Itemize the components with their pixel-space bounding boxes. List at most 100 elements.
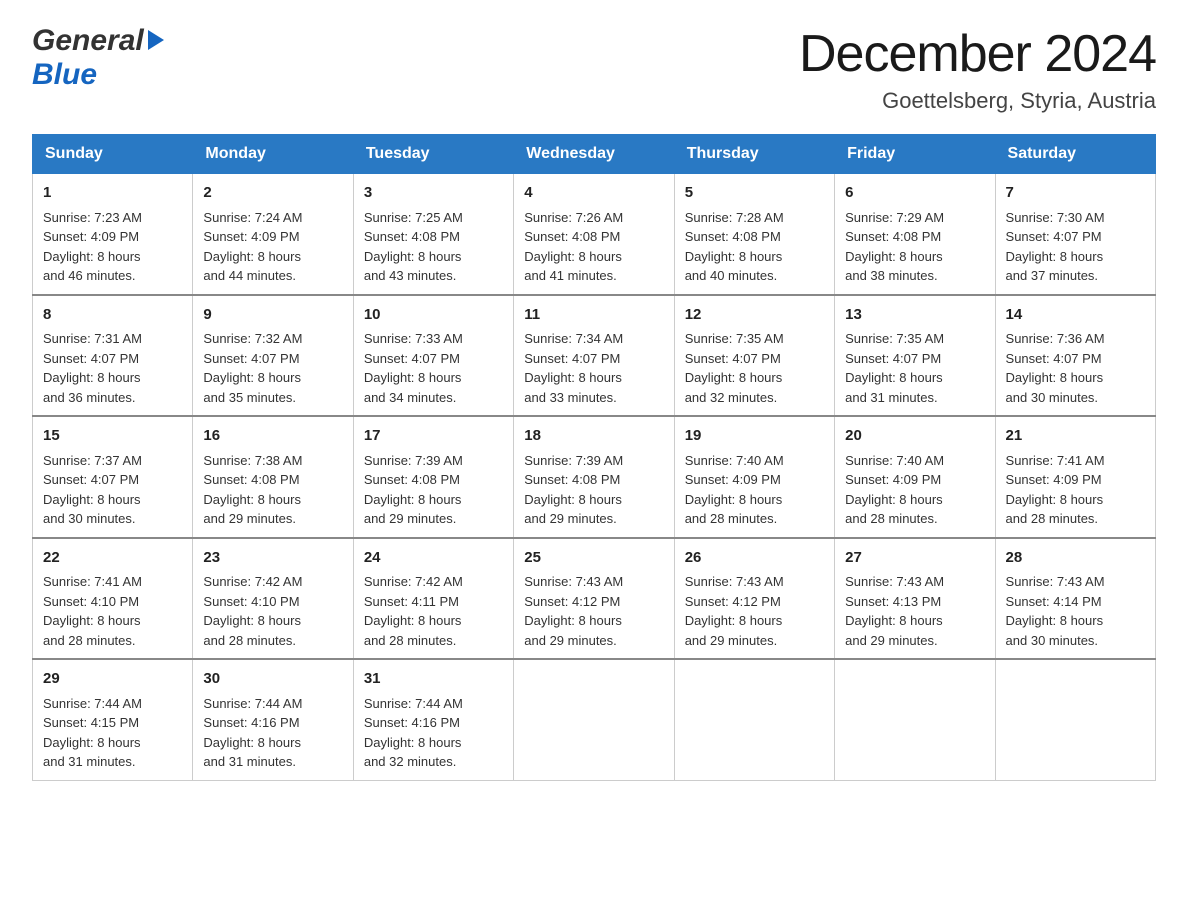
day-info: Sunrise: 7:28 AM Sunset: 4:08 PM Dayligh… [685,210,784,284]
day-number: 1 [43,182,182,205]
day-number: 26 [685,547,824,570]
day-info: Sunrise: 7:38 AM Sunset: 4:08 PM Dayligh… [203,453,302,527]
column-header-sunday: Sunday [33,135,193,174]
calendar-cell: 20Sunrise: 7:40 AM Sunset: 4:09 PM Dayli… [835,416,995,538]
calendar-cell: 21Sunrise: 7:41 AM Sunset: 4:09 PM Dayli… [995,416,1155,538]
calendar-week-row: 8Sunrise: 7:31 AM Sunset: 4:07 PM Daylig… [33,295,1156,417]
day-info: Sunrise: 7:43 AM Sunset: 4:13 PM Dayligh… [845,574,944,648]
calendar-cell: 23Sunrise: 7:42 AM Sunset: 4:10 PM Dayli… [193,538,353,660]
day-number: 11 [524,304,663,327]
day-info: Sunrise: 7:32 AM Sunset: 4:07 PM Dayligh… [203,331,302,405]
day-number: 10 [364,304,503,327]
calendar-table: SundayMondayTuesdayWednesdayThursdayFrid… [32,134,1156,781]
day-info: Sunrise: 7:35 AM Sunset: 4:07 PM Dayligh… [685,331,784,405]
day-number: 19 [685,425,824,448]
calendar-cell: 1 Sunrise: 7:23 AM Sunset: 4:09 PM Daylig… [33,174,193,295]
calendar-cell [835,659,995,780]
calendar-cell [674,659,834,780]
day-number: 18 [524,425,663,448]
column-header-saturday: Saturday [995,135,1155,174]
day-info: Sunrise: 7:41 AM Sunset: 4:10 PM Dayligh… [43,574,142,648]
calendar-cell: 24Sunrise: 7:42 AM Sunset: 4:11 PM Dayli… [353,538,513,660]
day-number: 22 [43,547,182,570]
calendar-cell: 15 Sunrise: 7:37 AM Sunset: 4:07 PM Dayli… [33,416,193,538]
column-header-tuesday: Tuesday [353,135,513,174]
calendar-cell: 13Sunrise: 7:35 AM Sunset: 4:07 PM Dayli… [835,295,995,417]
day-info: Sunrise: 7:24 AM Sunset: 4:09 PM Dayligh… [203,210,302,284]
calendar-cell: 25 Sunrise: 7:43 AM Sunset: 4:12 PM Dayli… [514,538,674,660]
day-info: Sunrise: 7:31 AM Sunset: 4:07 PM Dayligh… [43,331,142,405]
day-info: Sunrise: 7:42 AM Sunset: 4:11 PM Dayligh… [364,574,463,648]
calendar-cell: 6 Sunrise: 7:29 AM Sunset: 4:08 PM Daylig… [835,174,995,295]
column-header-friday: Friday [835,135,995,174]
day-number: 5 [685,182,824,205]
calendar-cell [514,659,674,780]
calendar-header-row: SundayMondayTuesdayWednesdayThursdayFrid… [33,135,1156,174]
day-number: 12 [685,304,824,327]
day-number: 9 [203,304,342,327]
title-area: December 2024 Goettelsberg, Styria, Aust… [799,24,1156,114]
calendar-cell: 11 Sunrise: 7:34 AM Sunset: 4:07 PM Dayli… [514,295,674,417]
day-info: Sunrise: 7:44 AM Sunset: 4:15 PM Dayligh… [43,696,142,770]
calendar-cell [995,659,1155,780]
page-header: General Blue December 2024 Goettelsberg,… [32,24,1156,114]
day-number: 29 [43,668,182,691]
calendar-cell: 31Sunrise: 7:44 AM Sunset: 4:16 PM Dayli… [353,659,513,780]
day-number: 2 [203,182,342,205]
calendar-cell: 26 Sunrise: 7:43 AM Sunset: 4:12 PM Dayli… [674,538,834,660]
day-info: Sunrise: 7:33 AM Sunset: 4:07 PM Dayligh… [364,331,463,405]
calendar-cell: 12 Sunrise: 7:35 AM Sunset: 4:07 PM Dayli… [674,295,834,417]
day-info: Sunrise: 7:36 AM Sunset: 4:07 PM Dayligh… [1006,331,1105,405]
calendar-cell: 8Sunrise: 7:31 AM Sunset: 4:07 PM Daylig… [33,295,193,417]
day-info: Sunrise: 7:43 AM Sunset: 4:12 PM Dayligh… [685,574,784,648]
day-number: 25 [524,547,663,570]
day-info: Sunrise: 7:40 AM Sunset: 4:09 PM Dayligh… [685,453,784,527]
calendar-cell: 7 Sunrise: 7:30 AM Sunset: 4:07 PM Daylig… [995,174,1155,295]
calendar-cell: 9 Sunrise: 7:32 AM Sunset: 4:07 PM Daylig… [193,295,353,417]
day-info: Sunrise: 7:37 AM Sunset: 4:07 PM Dayligh… [43,453,142,527]
day-info: Sunrise: 7:23 AM Sunset: 4:09 PM Dayligh… [43,210,142,284]
logo-arrow-icon [148,30,164,50]
column-header-monday: Monday [193,135,353,174]
day-number: 14 [1006,304,1145,327]
logo-blue-text: Blue [32,58,97,91]
calendar-cell: 29 Sunrise: 7:44 AM Sunset: 4:15 PM Dayli… [33,659,193,780]
day-number: 7 [1006,182,1145,205]
day-number: 17 [364,425,503,448]
day-info: Sunrise: 7:40 AM Sunset: 4:09 PM Dayligh… [845,453,944,527]
calendar-cell: 2 Sunrise: 7:24 AM Sunset: 4:09 PM Daylig… [193,174,353,295]
day-info: Sunrise: 7:39 AM Sunset: 4:08 PM Dayligh… [524,453,623,527]
calendar-cell: 17 Sunrise: 7:39 AM Sunset: 4:08 PM Dayli… [353,416,513,538]
day-number: 21 [1006,425,1145,448]
day-number: 3 [364,182,503,205]
day-info: Sunrise: 7:30 AM Sunset: 4:07 PM Dayligh… [1006,210,1105,284]
calendar-cell: 16 Sunrise: 7:38 AM Sunset: 4:08 PM Dayli… [193,416,353,538]
calendar-cell: 18 Sunrise: 7:39 AM Sunset: 4:08 PM Dayli… [514,416,674,538]
day-info: Sunrise: 7:43 AM Sunset: 4:14 PM Dayligh… [1006,574,1105,648]
calendar-cell: 14 Sunrise: 7:36 AM Sunset: 4:07 PM Dayli… [995,295,1155,417]
logo-general-text: General [32,24,144,58]
day-info: Sunrise: 7:39 AM Sunset: 4:08 PM Dayligh… [364,453,463,527]
calendar-cell: 3 Sunrise: 7:25 AM Sunset: 4:08 PM Daylig… [353,174,513,295]
column-header-thursday: Thursday [674,135,834,174]
calendar-cell: 28Sunrise: 7:43 AM Sunset: 4:14 PM Dayli… [995,538,1155,660]
day-info: Sunrise: 7:34 AM Sunset: 4:07 PM Dayligh… [524,331,623,405]
calendar-cell: 4Sunrise: 7:26 AM Sunset: 4:08 PM Daylig… [514,174,674,295]
day-number: 6 [845,182,984,205]
day-info: Sunrise: 7:44 AM Sunset: 4:16 PM Dayligh… [203,696,302,770]
logo: General Blue [32,24,164,92]
day-info: Sunrise: 7:29 AM Sunset: 4:08 PM Dayligh… [845,210,944,284]
day-info: Sunrise: 7:44 AM Sunset: 4:16 PM Dayligh… [364,696,463,770]
calendar-week-row: 15 Sunrise: 7:37 AM Sunset: 4:07 PM Dayli… [33,416,1156,538]
day-number: 23 [203,547,342,570]
day-number: 15 [43,425,182,448]
day-number: 16 [203,425,342,448]
calendar-cell: 5 Sunrise: 7:28 AM Sunset: 4:08 PM Daylig… [674,174,834,295]
location-subtitle: Goettelsberg, Styria, Austria [799,88,1156,114]
day-info: Sunrise: 7:25 AM Sunset: 4:08 PM Dayligh… [364,210,463,284]
day-info: Sunrise: 7:43 AM Sunset: 4:12 PM Dayligh… [524,574,623,648]
calendar-cell: 19 Sunrise: 7:40 AM Sunset: 4:09 PM Dayli… [674,416,834,538]
day-number: 4 [524,182,663,205]
calendar-cell: 10 Sunrise: 7:33 AM Sunset: 4:07 PM Dayli… [353,295,513,417]
column-header-wednesday: Wednesday [514,135,674,174]
